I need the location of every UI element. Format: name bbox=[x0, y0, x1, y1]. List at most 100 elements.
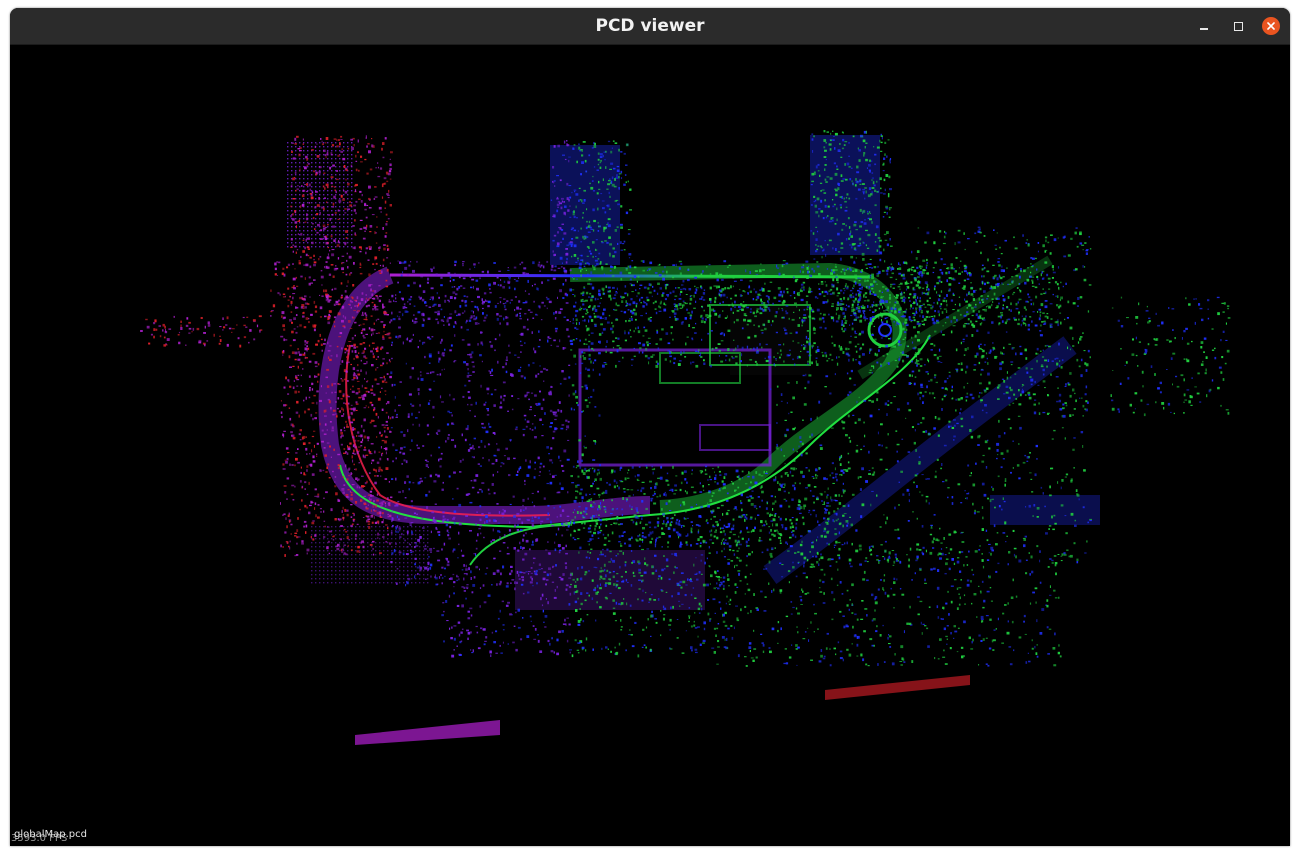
point-cloud-viewport[interactable]: 3593.0 FPS globalMap.pcd bbox=[10, 45, 1290, 846]
cloud-point bbox=[655, 569, 658, 572]
cloud-point bbox=[971, 306, 974, 310]
cloud-point bbox=[563, 449, 567, 453]
cloud-point bbox=[587, 327, 590, 331]
cloud-point bbox=[757, 325, 760, 328]
cloud-point bbox=[547, 339, 549, 343]
cloud-point bbox=[362, 342, 366, 344]
cloud-point bbox=[311, 382, 314, 385]
cloud-point bbox=[528, 293, 530, 295]
cloud-point bbox=[970, 320, 973, 324]
cloud-point bbox=[907, 520, 910, 522]
cloud-point bbox=[945, 547, 948, 549]
cloud-point bbox=[586, 262, 589, 264]
cloud-point bbox=[925, 266, 928, 269]
cloud-point bbox=[286, 498, 288, 500]
cloud-point bbox=[577, 475, 580, 478]
cloud-point bbox=[584, 467, 587, 471]
cloud-point bbox=[294, 268, 296, 270]
cloud-point bbox=[794, 426, 796, 429]
cloud-point bbox=[948, 283, 952, 286]
cloud-point bbox=[905, 308, 908, 311]
cloud-point bbox=[411, 367, 414, 370]
cloud-point bbox=[718, 470, 721, 473]
cloud-point bbox=[575, 581, 577, 583]
cloud-point bbox=[639, 288, 641, 290]
cloud-point bbox=[363, 495, 366, 497]
cloud-point bbox=[338, 299, 340, 302]
cloud-point bbox=[373, 322, 375, 325]
cloud-point bbox=[375, 412, 378, 416]
cloud-point bbox=[552, 437, 555, 440]
cloud-point bbox=[628, 538, 631, 541]
cloud-point bbox=[685, 342, 687, 346]
cloud-point bbox=[889, 294, 891, 297]
minimize-button[interactable] bbox=[1195, 17, 1213, 35]
close-button[interactable] bbox=[1262, 17, 1280, 35]
cloud-point bbox=[714, 300, 717, 304]
cloud-point bbox=[717, 343, 721, 345]
cloud-point bbox=[1056, 320, 1059, 324]
cloud-point bbox=[419, 477, 422, 480]
cloud-point bbox=[663, 493, 665, 496]
cloud-point bbox=[715, 521, 719, 523]
cloud-point bbox=[948, 371, 951, 373]
cloud-point bbox=[680, 290, 683, 293]
cloud-point bbox=[591, 286, 595, 290]
cloud-point bbox=[911, 426, 914, 428]
cloud-point bbox=[1057, 295, 1059, 298]
cloud-point bbox=[584, 384, 588, 387]
cloud-point bbox=[728, 523, 730, 527]
cloud-point bbox=[369, 421, 372, 424]
cloud-point bbox=[351, 390, 355, 393]
cloud-point bbox=[836, 478, 838, 482]
cloud-point bbox=[811, 344, 815, 348]
cloud-point bbox=[406, 574, 409, 577]
maximize-button[interactable] bbox=[1229, 17, 1247, 35]
cloud-point bbox=[632, 284, 635, 287]
cloud-point bbox=[584, 338, 587, 341]
cloud-point bbox=[839, 474, 842, 476]
cloud-point bbox=[352, 284, 355, 287]
cloud-point bbox=[283, 338, 285, 342]
cloud-point bbox=[744, 304, 747, 307]
cloud-point bbox=[481, 426, 483, 428]
cloud-point bbox=[873, 301, 875, 304]
cloud-point bbox=[579, 492, 582, 495]
cloud-point bbox=[690, 295, 693, 297]
cloud-point bbox=[747, 499, 751, 502]
cloud-point bbox=[628, 517, 630, 519]
cloud-point bbox=[407, 577, 411, 581]
cloud-point bbox=[841, 327, 843, 331]
cloud-point bbox=[360, 298, 364, 301]
cloud-point bbox=[346, 426, 349, 428]
cloud-point bbox=[620, 295, 622, 298]
cloud-point bbox=[872, 304, 876, 307]
cloud-point bbox=[686, 491, 688, 495]
cloud-point bbox=[662, 513, 665, 516]
cloud-point bbox=[369, 544, 373, 546]
cloud-point bbox=[924, 306, 927, 308]
cloud-point bbox=[613, 485, 616, 489]
cloud-point bbox=[437, 351, 440, 354]
cloud-point bbox=[1029, 275, 1031, 278]
cloud-point bbox=[432, 304, 436, 306]
cloud-point bbox=[589, 283, 593, 286]
cloud-point bbox=[670, 332, 673, 335]
cloud-point bbox=[503, 317, 505, 321]
cloud-point bbox=[835, 475, 837, 479]
cloud-point bbox=[520, 351, 522, 353]
cloud-point bbox=[320, 343, 323, 346]
cloud-point bbox=[563, 377, 567, 380]
title-bar[interactable]: PCD viewer bbox=[10, 8, 1290, 45]
cloud-point bbox=[832, 278, 835, 282]
cloud-point bbox=[401, 533, 403, 536]
cloud-point bbox=[723, 476, 726, 479]
cloud-point bbox=[311, 402, 315, 404]
cloud-point bbox=[808, 342, 811, 346]
cloud-point bbox=[622, 296, 625, 298]
cloud-point bbox=[998, 274, 1000, 278]
cloud-point bbox=[378, 285, 381, 287]
cloud-point bbox=[322, 469, 325, 472]
cloud-point bbox=[585, 367, 587, 370]
cloud-point bbox=[898, 267, 902, 270]
